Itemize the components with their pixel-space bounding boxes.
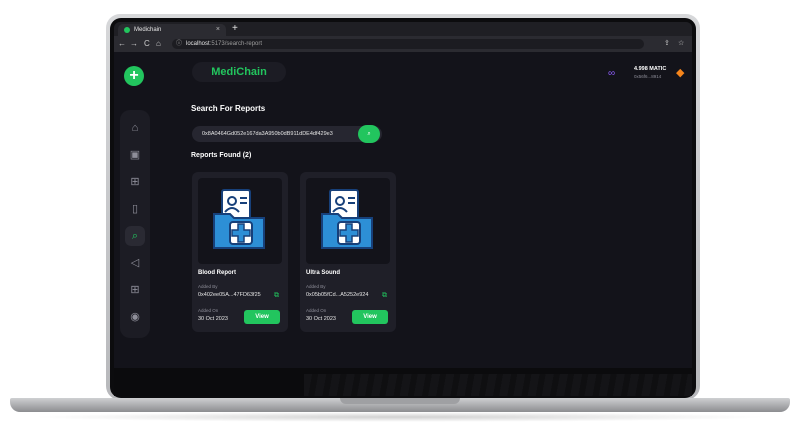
reload-icon[interactable]: C xyxy=(144,36,150,52)
url-host: localhost xyxy=(186,41,210,47)
search-input[interactable]: 0x8A0464Gd052e167da3A950b0dB911dDE4df429… xyxy=(192,126,382,142)
home-icon[interactable]: ⌂ xyxy=(125,118,145,138)
favicon-icon xyxy=(124,27,130,33)
view-button[interactable]: View xyxy=(352,310,388,324)
grid-icon[interactable]: ⊞ xyxy=(125,280,145,300)
new-tab-button[interactable]: + xyxy=(232,22,238,36)
wallet-widget[interactable]: ∞ 4.998 MATIC 0x56f6...8914 ◆ xyxy=(608,64,688,86)
home-nav-icon[interactable]: ⌂ xyxy=(156,36,161,52)
share-icon[interactable]: ⇪ xyxy=(664,36,670,52)
file-search-icon[interactable]: ⌕ xyxy=(125,226,145,246)
app-root: + ⌂ ▣ ⊞ ▯ ⌕ ◁ ⊞ ◉ MediChain ∞ 4.998 MATI… xyxy=(114,52,692,368)
laptop-screen: Medichain × + ← → C ⌂ ⓘ localhost:5173/s… xyxy=(114,22,692,368)
added-on-label: Added On xyxy=(306,308,327,313)
medical-folder-icon xyxy=(213,189,265,249)
polygon-icon: ∞ xyxy=(608,68,616,79)
report-card: Blood Report Added By 0x402ee05A...47FD6… xyxy=(192,172,288,332)
forward-arrow-icon[interactable]: → xyxy=(130,36,138,52)
url-field[interactable]: ⓘ localhost:5173/search-report xyxy=(172,39,644,49)
report-card: Ultra Sound Added By 0x05b05fCd...A5252e… xyxy=(300,172,396,332)
report-name: Blood Report xyxy=(198,270,236,276)
report-thumbnail xyxy=(306,178,390,264)
medical-folder-icon xyxy=(321,189,373,249)
added-on-value: 30 Oct 2023 xyxy=(198,316,228,322)
copy-icon[interactable]: ⧉ xyxy=(274,292,279,300)
site-info-icon[interactable]: ⓘ xyxy=(176,39,182,49)
browser-tab-bar: Medichain × + xyxy=(114,22,692,36)
added-by-value: 0x402ee05A...47FD63f25 xyxy=(198,292,261,298)
added-on-value: 30 Oct 2023 xyxy=(306,316,336,322)
sidebar: ⌂ ▣ ⊞ ▯ ⌕ ◁ ⊞ ◉ xyxy=(120,110,150,338)
file-icon[interactable]: ▯ xyxy=(125,199,145,219)
view-button[interactable]: View xyxy=(244,310,280,324)
url-path: :5173/search-report xyxy=(209,41,263,47)
keyboard-reflection xyxy=(304,374,692,396)
laptop-keyboard-reflection xyxy=(114,368,692,396)
metamask-fox-icon[interactable]: ◆ xyxy=(676,66,684,79)
report-name: Ultra Sound xyxy=(306,270,340,276)
added-on-label: Added On xyxy=(198,308,219,313)
briefcase-icon[interactable]: ▣ xyxy=(125,145,145,165)
tab-title: Medichain xyxy=(134,27,162,33)
app-logo-plus-icon[interactable]: + xyxy=(124,66,144,86)
laptop-shadow xyxy=(30,412,770,422)
search-heading: Search For Reports xyxy=(191,104,266,113)
user-icon[interactable]: ◉ xyxy=(125,307,145,327)
results-heading: Reports Found (2) xyxy=(191,152,252,159)
brand-title: MediChain xyxy=(192,62,286,82)
back-arrow-icon[interactable]: ← xyxy=(118,36,126,52)
browser-address-bar: ← → C ⌂ ⓘ localhost:5173/search-report ⇪… xyxy=(114,36,692,52)
added-by-label: Added By xyxy=(306,284,326,289)
file-add-icon[interactable]: ⊞ xyxy=(125,172,145,192)
copy-icon[interactable]: ⧉ xyxy=(382,292,387,300)
wallet-balance: 4.998 MATIC xyxy=(634,66,667,72)
added-by-value: 0x05b05fCd...A5252e924 xyxy=(306,292,369,298)
tab-close-icon[interactable]: × xyxy=(216,24,220,36)
browser-tab[interactable]: Medichain × xyxy=(118,24,226,36)
bookmark-star-icon[interactable]: ☆ xyxy=(678,36,684,52)
laptop-base-notch xyxy=(340,398,460,404)
search-button[interactable]: ⌕ xyxy=(358,125,380,143)
search-input-value: 0x8A0464Gd052e167da3A950b0dB911dDE4df429… xyxy=(202,131,333,137)
wallet-address: 0x56f6...8914 xyxy=(634,74,662,79)
report-thumbnail xyxy=(198,178,282,264)
added-by-label: Added By xyxy=(198,284,218,289)
megaphone-icon[interactable]: ◁ xyxy=(125,253,145,273)
search-icon: ⌕ xyxy=(367,131,371,137)
